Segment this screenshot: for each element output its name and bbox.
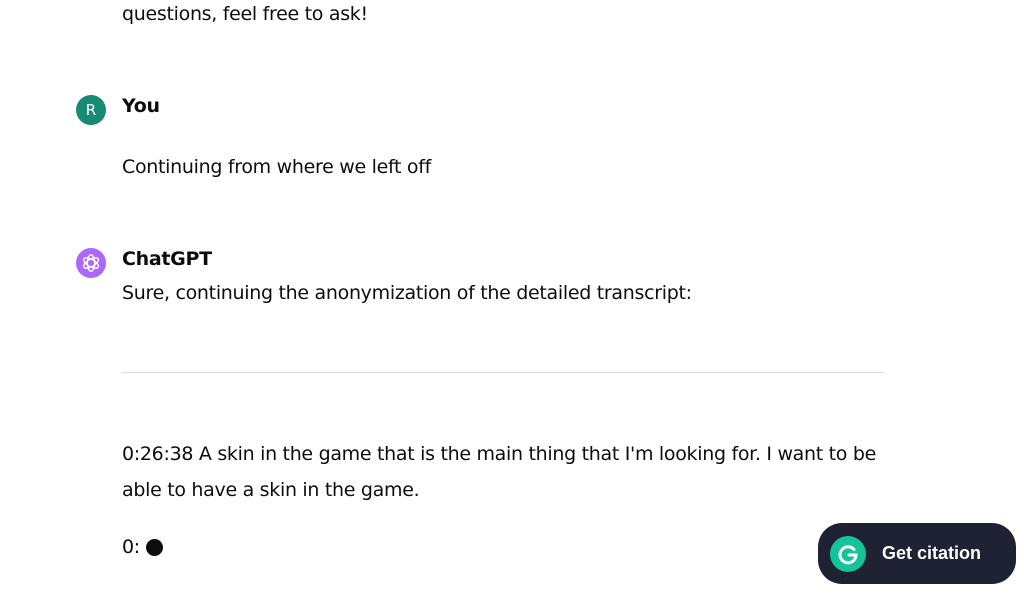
assistant-intro-text: Sure, continuing the anonymization of th… bbox=[122, 282, 692, 304]
get-citation-button[interactable]: Get citation bbox=[818, 523, 1016, 584]
user-author-name: You bbox=[122, 95, 160, 117]
previous-message-text: questions, feel free to ask! bbox=[122, 3, 368, 25]
divider bbox=[122, 372, 884, 373]
get-citation-label: Get citation bbox=[882, 543, 982, 563]
streaming-line: 0: bbox=[122, 536, 163, 558]
chatgpt-avatar bbox=[76, 248, 106, 278]
openai-logo-icon bbox=[82, 254, 100, 272]
user-avatar: R bbox=[76, 95, 106, 125]
transcript-line: 0:26:38 A skin in the game that is the m… bbox=[122, 443, 877, 501]
streaming-cursor-icon bbox=[145, 538, 163, 556]
user-avatar-letter: R bbox=[85, 101, 97, 119]
user-message-text: Continuing from where we left off bbox=[122, 156, 431, 178]
chat-page: questions, feel free to ask! R You Conti… bbox=[0, 0, 1024, 600]
streaming-text: 0: bbox=[122, 536, 140, 558]
chatgpt-author-name: ChatGPT bbox=[122, 248, 212, 270]
grammarly-icon bbox=[830, 535, 866, 572]
